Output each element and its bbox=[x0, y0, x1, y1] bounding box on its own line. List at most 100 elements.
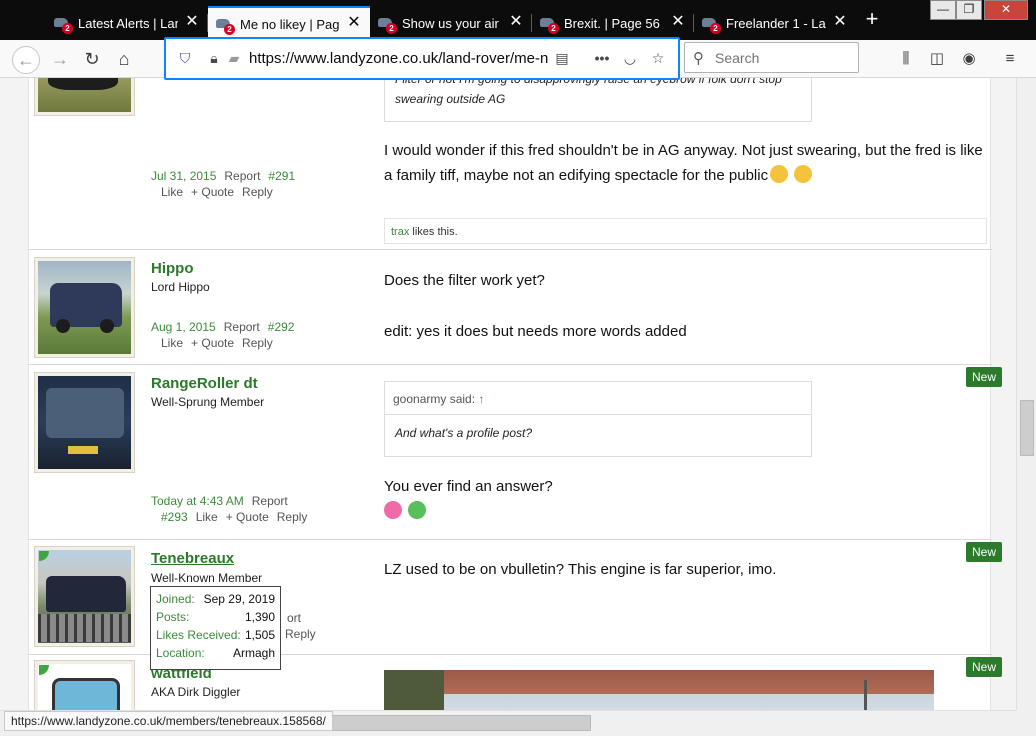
post-number[interactable]: #291 bbox=[268, 169, 295, 183]
posts-value: 1,390 bbox=[244, 610, 275, 624]
post-number[interactable]: #292 bbox=[268, 320, 295, 334]
vertical-scrollbar[interactable] bbox=[1016, 78, 1036, 710]
liker-link[interactable]: trax bbox=[391, 226, 409, 238]
restore-button[interactable]: ❐ bbox=[956, 0, 982, 20]
account-icon[interactable]: ◉ bbox=[959, 49, 979, 69]
url-text[interactable]: https://www.landyzone.co.uk/land-rover/m… bbox=[249, 50, 549, 67]
page-actions-icon[interactable]: ••• bbox=[593, 49, 611, 67]
location-value: Armagh bbox=[232, 646, 275, 660]
user-title: Lord Hippo bbox=[151, 280, 210, 294]
quote-link[interactable]: + Quote bbox=[191, 185, 234, 199]
quote-link[interactable]: + Quote bbox=[226, 510, 269, 524]
tracking-shield-icon[interactable]: ⛉ bbox=[176, 49, 194, 67]
post-meta: Jul 31, 2015 Report #291 Like + Quote Reply bbox=[151, 168, 303, 200]
url-bar[interactable]: ⛉ 🔒︎ ▰ https://www.landyzone.co.uk/land-… bbox=[164, 37, 680, 80]
reply-link[interactable]: Reply bbox=[242, 336, 273, 350]
tab-air-rifles[interactable]: 2 Show us your air rif ✕ bbox=[370, 6, 532, 40]
post-date[interactable]: Aug 1, 2015 bbox=[151, 320, 216, 334]
close-tab-icon[interactable]: ✕ bbox=[508, 14, 524, 31]
tab-brexit[interactable]: 2 Brexit. | Page 56 | La ✕ bbox=[532, 6, 694, 40]
username[interactable]: RangeRoller dt bbox=[151, 375, 258, 392]
avatar[interactable] bbox=[34, 78, 135, 116]
back-arrow-icon[interactable]: ← bbox=[12, 46, 40, 74]
quote-block: Filter or not I'm going to disapprovingl… bbox=[384, 78, 812, 122]
new-tab-button[interactable]: + bbox=[860, 8, 884, 32]
post-date[interactable]: Jul 31, 2015 bbox=[151, 169, 216, 183]
grimace-emoji-icon bbox=[408, 501, 427, 519]
report-link[interactable]: Report bbox=[224, 169, 260, 183]
tab-title: Show us your air rif bbox=[402, 15, 502, 31]
likes-label: Likes Received: bbox=[156, 628, 241, 642]
home-icon[interactable]: ⌂ bbox=[110, 46, 138, 74]
menu-icon[interactable]: ≡ bbox=[1000, 49, 1020, 69]
close-tab-icon[interactable]: ✕ bbox=[346, 15, 362, 32]
tab-freelander[interactable]: 2 Freelander 1 - Land ✕ bbox=[694, 6, 856, 40]
report-link[interactable]: Report bbox=[224, 320, 260, 334]
reply-link[interactable]: Reply bbox=[277, 510, 308, 524]
user-title: Well-Known Member bbox=[151, 571, 263, 585]
library-icon[interactable]: ⫼ bbox=[896, 49, 916, 69]
reload-icon[interactable]: ↻ bbox=[78, 46, 106, 74]
landyzone-favicon-icon: 2 bbox=[378, 15, 397, 34]
quote-block: goonarmy said: ↑ And what's a profile po… bbox=[384, 381, 812, 457]
reader-view-icon[interactable]: ▤ bbox=[553, 49, 571, 67]
user-title: AKA Dirk Diggler bbox=[151, 685, 241, 699]
tab-title: Brexit. | Page 56 | La bbox=[564, 15, 664, 31]
tab-title: Freelander 1 - Land bbox=[726, 15, 826, 31]
quote-jump-arrow-icon[interactable]: ↑ bbox=[478, 392, 484, 406]
close-window-button[interactable]: ✕ bbox=[984, 0, 1028, 20]
quote-link[interactable]: + Quote bbox=[191, 336, 234, 350]
like-link[interactable]: Like bbox=[161, 185, 183, 199]
bookmark-star-icon[interactable]: ☆ bbox=[649, 49, 667, 67]
like-link[interactable]: Like bbox=[196, 510, 218, 524]
likes-bar: trax likes this. bbox=[384, 218, 987, 244]
post-image[interactable] bbox=[384, 670, 934, 710]
avatar[interactable] bbox=[34, 257, 135, 358]
tab-title: Latest Alerts | Land bbox=[78, 15, 178, 31]
likes-value: 1,505 bbox=[244, 628, 275, 642]
username[interactable]: Hippo bbox=[151, 260, 194, 277]
like-link[interactable]: Like bbox=[161, 336, 183, 350]
reply-link[interactable]: Reply bbox=[285, 626, 316, 642]
tab-me-no-likey[interactable]: 2 Me no likey | Page ✕ bbox=[208, 6, 370, 40]
post-meta: Aug 1, 2015 Report #292 Like + Quote Reply bbox=[151, 319, 302, 351]
post-291: Filter or not I'm going to disapprovingl… bbox=[29, 78, 992, 250]
post-body-edit: edit: yes it does but needs more words a… bbox=[384, 323, 687, 340]
post-body: Does the filter work yet? bbox=[384, 272, 545, 289]
search-input[interactable]: ⚲ Search bbox=[684, 42, 859, 73]
avatar[interactable] bbox=[34, 660, 135, 710]
permissions-icon[interactable]: ▰ bbox=[225, 49, 243, 67]
avatar[interactable] bbox=[34, 546, 135, 647]
new-badge: New bbox=[966, 657, 1002, 677]
location-label: Location: bbox=[156, 646, 205, 660]
avatar[interactable] bbox=[34, 372, 135, 473]
scroll-thumb[interactable] bbox=[1020, 400, 1034, 456]
post-292: Hippo Lord Hippo Does the filter work ye… bbox=[29, 250, 992, 365]
close-tab-icon[interactable]: ✕ bbox=[670, 14, 686, 31]
pocket-icon[interactable]: ◡ bbox=[621, 49, 639, 67]
forward-arrow-icon[interactable]: → bbox=[46, 46, 74, 74]
tab-bar: 2 Latest Alerts | Land ✕ 2 Me no likey |… bbox=[0, 0, 1036, 40]
reply-link[interactable]: Reply bbox=[242, 185, 273, 199]
report-link[interactable]: ort bbox=[287, 610, 316, 626]
post-meta-partial: ort Reply bbox=[285, 610, 316, 642]
close-tab-icon[interactable]: ✕ bbox=[184, 14, 200, 31]
report-link[interactable]: Report bbox=[252, 494, 288, 508]
post-body: LZ used to be on vbulletin? This engine … bbox=[384, 561, 777, 578]
search-icon: ⚲ bbox=[693, 50, 704, 67]
quote-author: goonarmy said: bbox=[393, 392, 476, 406]
tab-latest-alerts[interactable]: 2 Latest Alerts | Land ✕ bbox=[46, 6, 208, 40]
username[interactable]: Tenebreaux bbox=[151, 550, 234, 567]
post-meta: Today at 4:43 AM Report #293 Like + Quote Re… bbox=[151, 493, 315, 525]
search-placeholder: Search bbox=[715, 50, 760, 66]
post-text: I would wonder if this fred shouldn't be… bbox=[384, 142, 983, 184]
post-number[interactable]: #293 bbox=[161, 510, 188, 524]
close-tab-icon[interactable]: ✕ bbox=[832, 14, 848, 31]
landyzone-favicon-icon: 2 bbox=[216, 16, 235, 35]
lock-icon[interactable]: 🔒︎ bbox=[205, 49, 223, 67]
sidebar-icon[interactable]: ◫ bbox=[927, 49, 947, 69]
landyzone-favicon-icon: 2 bbox=[540, 15, 559, 34]
status-url: https://www.landyzone.co.uk/members/tene… bbox=[4, 711, 333, 731]
minimize-button[interactable]: — bbox=[930, 0, 956, 20]
post-date[interactable]: Today at 4:43 AM bbox=[151, 494, 244, 508]
